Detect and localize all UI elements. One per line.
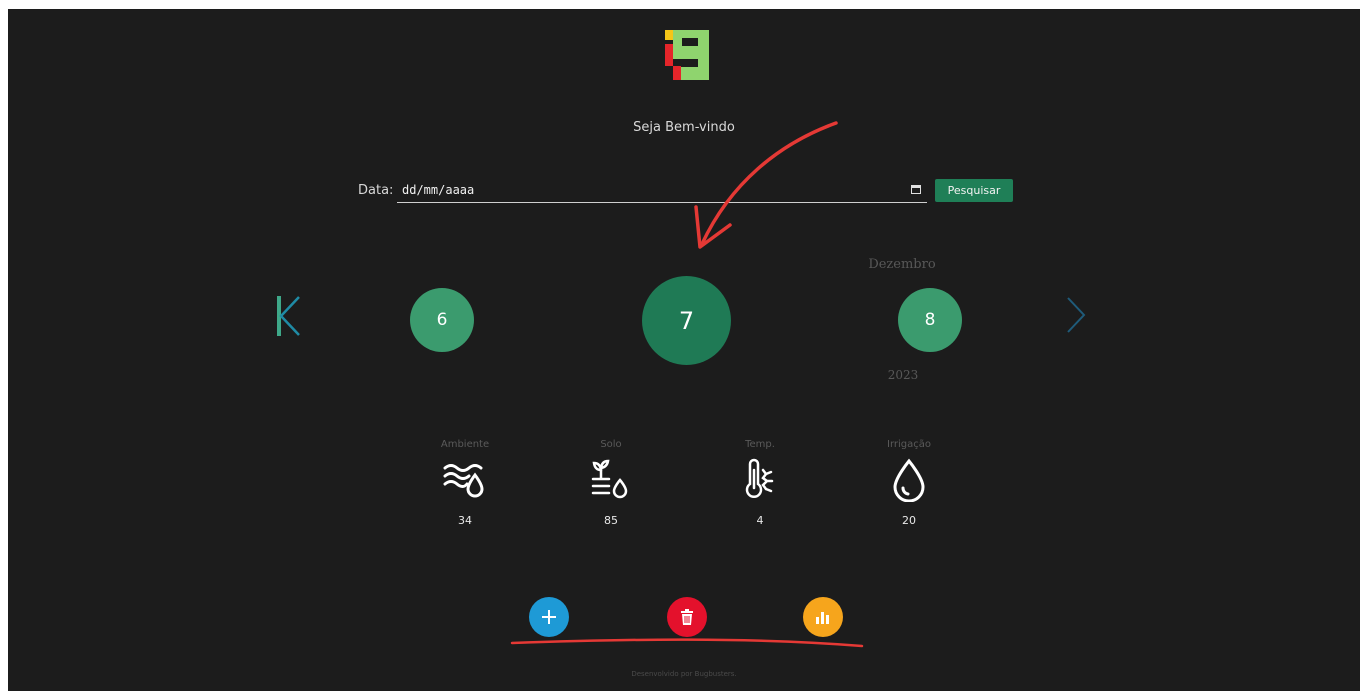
footer: Desenvolvido por Bugbusters. bbox=[631, 670, 737, 678]
metric-value: 4 bbox=[756, 514, 764, 527]
metric-label: Irrigação bbox=[887, 439, 931, 450]
chevron-right-icon[interactable] bbox=[1064, 296, 1088, 334]
metric-label: Ambiente bbox=[440, 439, 490, 450]
year-label: 2023 bbox=[887, 368, 919, 382]
chevron-left-icon[interactable] bbox=[271, 294, 307, 338]
day-prev[interactable]: 6 bbox=[410, 288, 474, 352]
welcome-message: Seja Bem-vindo bbox=[633, 120, 735, 135]
date-input[interactable]: dd/mm/aaaa bbox=[397, 178, 927, 203]
metric-solo: Solo 85 bbox=[556, 439, 666, 527]
metric-value: 85 bbox=[604, 514, 618, 527]
soil-moisture-icon bbox=[591, 459, 628, 499]
month-label: Dezembro bbox=[868, 257, 936, 272]
chart-button[interactable] bbox=[803, 597, 843, 637]
metric-value: 34 bbox=[458, 514, 472, 527]
day-current[interactable]: 7 bbox=[642, 276, 731, 365]
trash-icon bbox=[681, 609, 693, 625]
day-next[interactable]: 8 bbox=[898, 288, 962, 352]
app-screen: Seja Bem-vindo Data: dd/mm/aaaa Pesquisa… bbox=[8, 9, 1360, 691]
plus-icon bbox=[542, 610, 556, 624]
date-input-value: dd/mm/aaaa bbox=[402, 183, 475, 197]
calendar-icon[interactable] bbox=[911, 184, 921, 194]
search-button[interactable]: Pesquisar bbox=[935, 179, 1013, 202]
delete-button[interactable] bbox=[667, 597, 707, 637]
water-drop-icon bbox=[893, 458, 925, 502]
metric-label: Temp. bbox=[745, 439, 775, 450]
metric-label: Solo bbox=[600, 439, 622, 450]
add-button[interactable] bbox=[529, 597, 569, 637]
thermometer-icon bbox=[745, 458, 774, 498]
logo bbox=[665, 30, 709, 80]
bar-chart-icon bbox=[816, 612, 829, 624]
annotation-underline bbox=[510, 638, 864, 648]
metric-ambiente: Ambiente 34 bbox=[410, 439, 520, 527]
metric-temp: Temp. 4 bbox=[705, 439, 815, 527]
annotation-arrow-head bbox=[694, 205, 732, 249]
date-label: Data: bbox=[358, 183, 394, 198]
metric-irrigacao: Irrigação 20 bbox=[854, 439, 964, 527]
metric-value: 20 bbox=[902, 514, 916, 527]
wind-humidity-icon bbox=[443, 464, 484, 498]
